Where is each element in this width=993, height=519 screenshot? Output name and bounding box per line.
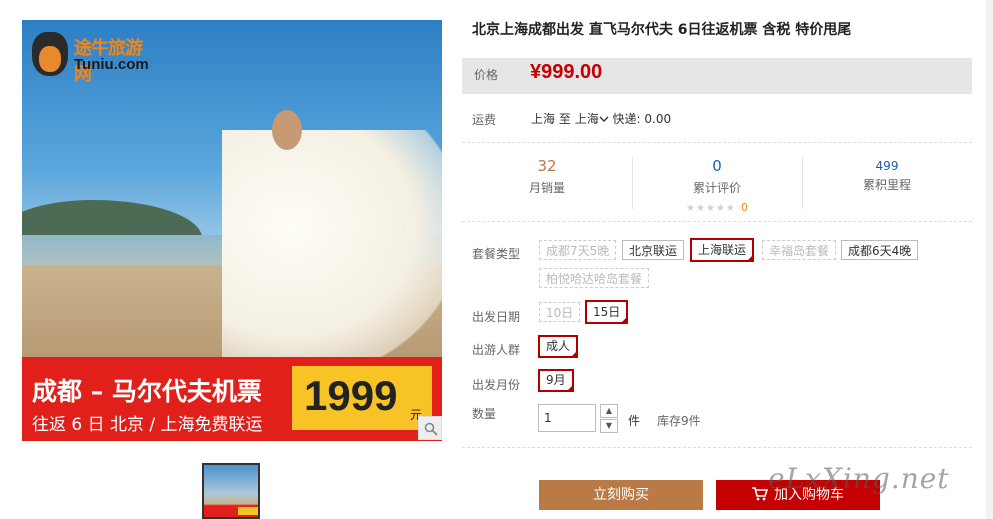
image-model-dress [222,130,442,370]
option-people-adult[interactable]: 成人 [538,335,579,358]
divider [462,142,972,143]
shipping-info: 上海 至 上海 快递: 0.00 [531,110,671,127]
stock-info: 库存9件 [657,414,701,428]
reviews-label: 累计评价 [692,181,741,195]
traveler-type-label: 出游人群 [472,343,521,357]
option-package-park-hyatt[interactable]: 柏悦哈达哈岛套餐 [539,268,650,288]
tuniu-logo: 途牛旅游网 Tuniu.com [32,32,157,85]
option-date-15[interactable]: 15日 [585,300,629,324]
quantity-label: 数量 [472,407,497,421]
quantity-increase-button[interactable]: ▲ [600,404,618,418]
rating-score: 0 [740,201,748,214]
stat-reviews[interactable]: 0 累计评价 ★★★★★ 0 [632,145,802,215]
price-label: 价格 [474,68,499,82]
monthly-sales-value: 32 [537,157,557,175]
banner-title: 成都 – 马尔代夫机票 [32,377,262,406]
option-package-beijing-transfer[interactable]: 北京联运 [622,240,685,260]
image-model-head [272,110,302,150]
depart-month-label: 出发月份 [472,378,521,392]
quantity-unit: 件 [628,414,641,428]
cart-icon [752,487,769,501]
price-value: ¥999.00 [530,61,603,83]
buy-now-button[interactable]: 立刻购买 [539,480,703,510]
chevron-down-icon [599,116,609,122]
points-value: 499 [875,159,899,173]
watermark: eLxXing.net [768,462,950,495]
points-label: 累积里程 [862,178,911,192]
cow-logo-icon [32,32,68,76]
shipping-express: 快递: 0.00 [612,112,672,126]
depart-date-label: 出发日期 [472,310,521,324]
quantity-input[interactable] [538,404,596,432]
logo-en-text: Tuniu.com [74,56,149,73]
product-title: 北京上海成都出发 直飞马尔代夫 6日往返机票 含税 特价甩尾 [472,22,852,38]
thumbnail-price-tag [238,507,258,515]
option-package-chengdu-6d4n[interactable]: 成都6天4晚 [841,240,919,260]
scrollbar[interactable] [986,0,993,519]
shipping-to[interactable]: 上海 [575,112,599,126]
reviews-value[interactable]: 0 [632,157,802,175]
banner-price: 1999 [304,372,398,419]
shipping-label: 运费 [472,113,497,127]
shipping-destination-select[interactable]: 上海 [575,112,609,126]
rating-stars-icon: ★★★★★ [686,203,736,214]
divider [462,221,972,222]
zoom-button[interactable] [418,416,442,440]
banner-subtitle: 往返 6 日 北京 / 上海免费联运 [32,415,263,435]
option-date-10[interactable]: 10日 [539,302,581,322]
shipping-from: 上海 [531,112,556,126]
divider [462,447,972,448]
product-main-image[interactable]: 途牛旅游网 Tuniu.com 成都 – 马尔代夫机票 往返 6 日 北京 / … [22,20,442,441]
thumbnail-image[interactable] [202,463,260,519]
option-package-shanghai-transfer[interactable]: 上海联运 [690,238,755,262]
package-type-label: 套餐类型 [472,247,521,261]
stats-row: 32 月销量 0 累计评价 ★★★★★ 0 499 累积里程 [462,145,972,220]
stat-points: 499 累积里程 [802,145,972,193]
stat-monthly-sales: 32 月销量 [462,145,632,196]
monthly-sales-label: 月销量 [528,181,565,195]
shipping-to-word: 至 [558,112,571,126]
option-month-9[interactable]: 9月 [538,369,574,392]
quantity-decrease-button[interactable]: ▼ [600,419,618,433]
option-package-chengdu-7d5n[interactable]: 成都7天5晚 [539,240,617,260]
magnifier-icon [424,422,438,436]
option-package-happy-island[interactable]: 幸福岛套餐 [762,240,837,260]
